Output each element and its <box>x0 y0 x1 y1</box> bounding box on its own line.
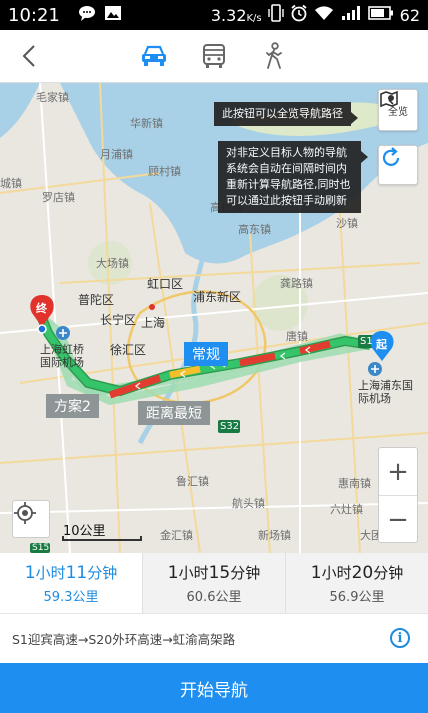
zoom-controls: + − <box>378 447 418 543</box>
refresh-icon <box>382 147 400 166</box>
status-right: 3.32K/s 62 <box>211 4 420 26</box>
top-bar <box>0 30 428 83</box>
road-shield: S1 <box>360 336 373 347</box>
map-label: 鲁汇镇 <box>176 475 209 488</box>
map-label: 长宁区 <box>100 313 137 327</box>
app-root: 10:21 3.32K/s 62 毛家镇 华新镇 月浦镇 顾村镇 罗店镇 城镇 … <box>0 0 428 713</box>
route-tag-alt2[interactable]: 距离最短 <box>138 401 210 425</box>
overview-icon <box>380 90 398 108</box>
map-label: 惠南镇 <box>338 477 371 490</box>
map-label: 龚路镇 <box>280 277 313 290</box>
start-navigation-button[interactable]: 开始导航 <box>0 663 428 713</box>
zoom-in-button[interactable]: + <box>379 448 417 496</box>
overview-button[interactable]: 全览 <box>378 89 418 131</box>
map-label: 高东镇 <box>238 223 271 236</box>
map-label: 毛家镇 <box>36 91 69 104</box>
route-time: 1小时20分钟 <box>310 562 404 583</box>
map-label: 普陀区 <box>78 293 115 307</box>
overview-tooltip: 此按钮可以全览导航路径 <box>214 102 358 126</box>
battery-icon <box>367 5 394 25</box>
route-distance: 60.6公里 <box>186 589 242 605</box>
map-label: 唐镇 <box>286 330 308 343</box>
map-label: 顾村镇 <box>148 165 181 178</box>
status-bar: 10:21 3.32K/s 62 <box>0 0 428 30</box>
map-scale-bar <box>62 536 142 541</box>
status-left: 10:21 <box>8 5 122 26</box>
status-time: 10:21 <box>8 4 60 26</box>
locate-button[interactable] <box>12 500 50 538</box>
battery-level: 62 <box>399 5 420 25</box>
road-shield: S15 <box>32 543 50 553</box>
mode-walk-button[interactable] <box>254 38 294 74</box>
route-time: 1小时15分钟 <box>167 562 261 583</box>
map-label: 金汇镇 <box>160 529 193 542</box>
mode-car-button[interactable] <box>134 38 174 74</box>
info-icon[interactable]: i <box>390 628 410 648</box>
map-label: 徐汇区 <box>110 343 147 357</box>
airport-east-label: 上海浦东国际机场 <box>358 379 413 405</box>
road-shield: S32 <box>220 421 240 432</box>
map-label: 六灶镇 <box>330 503 363 516</box>
map-label: 上海 <box>141 316 166 330</box>
wifi-icon <box>314 5 334 25</box>
end-pin-label: 终 <box>36 302 47 315</box>
alarm-icon <box>290 4 308 26</box>
route-option-2[interactable]: 1小时15分钟 60.6公里 <box>143 553 286 613</box>
route-tag-alt1[interactable]: 方案2 <box>46 394 99 418</box>
route-detail-row[interactable]: S1迎宾高速→S20外环高速→虹渝高架路 i <box>0 613 428 663</box>
back-button[interactable] <box>14 40 44 72</box>
signal-icon <box>340 5 362 25</box>
bus-icon <box>203 44 225 68</box>
car-icon <box>142 45 166 66</box>
zoom-out-button[interactable]: − <box>379 496 417 544</box>
route-distance: 59.3公里 <box>43 589 99 605</box>
map-label: 罗店镇 <box>42 191 75 204</box>
route-options: 1小时11分钟 59.3公里 1小时15分钟 60.6公里 1小时20分钟 56… <box>0 553 428 613</box>
route-option-1[interactable]: 1小时11分钟 59.3公里 <box>0 553 143 613</box>
locate-icon <box>14 502 36 524</box>
vibrate-icon <box>267 4 284 26</box>
mode-bus-button[interactable] <box>194 38 234 74</box>
route-time: 1小时11分钟 <box>24 562 118 583</box>
map-label: 沙镇 <box>336 217 358 230</box>
route-detail-text: S1迎宾高速→S20外环高速→虹渝高架路 <box>12 632 236 647</box>
message-icon <box>78 5 96 26</box>
map-label: 华新镇 <box>130 117 163 130</box>
route-option-3[interactable]: 1小时20分钟 56.9公里 <box>286 553 428 613</box>
map-view[interactable]: 毛家镇 华新镇 月浦镇 顾村镇 罗店镇 城镇 高东镇 高桥镇 大场镇 虹口区 浦… <box>0 83 428 553</box>
airport-west-label: 上海虹桥国际机场 <box>40 343 84 369</box>
refresh-button[interactable] <box>378 145 418 185</box>
refresh-tooltip: 对非定义目标人物的导航系统会自动在间隔时间内重新计算导航路径,同时也可以通过此按… <box>218 141 368 213</box>
map-label: 新场镇 <box>258 529 291 542</box>
map-label: 月浦镇 <box>100 148 133 161</box>
map-label: 虹口区 <box>147 277 184 291</box>
route-distance: 56.9公里 <box>329 589 385 605</box>
walk-icon <box>266 42 282 69</box>
chevron-left-icon <box>22 45 35 67</box>
network-speed: 3.32K/s <box>210 5 262 25</box>
route-tag-main[interactable]: 常规 <box>184 342 228 366</box>
image-icon <box>104 5 122 26</box>
map-label: 浦东新区 <box>193 290 242 304</box>
map-label: 城镇 <box>0 177 22 190</box>
map-label: 大场镇 <box>96 257 129 270</box>
map-label: 航头镇 <box>232 497 265 510</box>
start-pin-label: 起 <box>376 338 387 351</box>
